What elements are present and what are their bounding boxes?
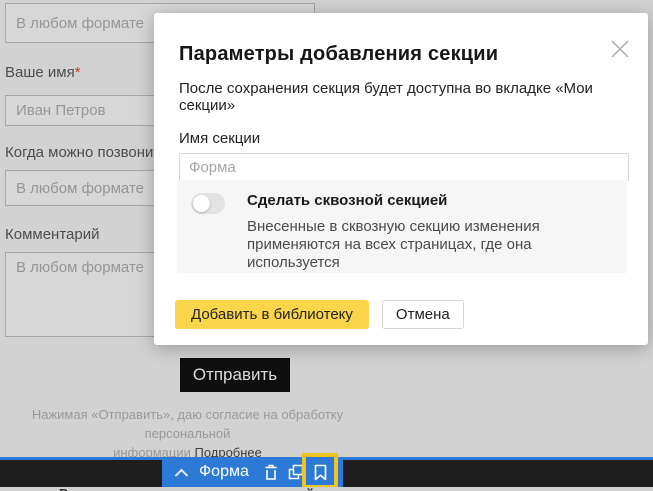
clipped-text-fragment: В — [59, 487, 68, 491]
section-name-field-label: Имя секции — [179, 130, 628, 147]
comment-label: Комментарий — [5, 226, 99, 243]
consent-disclaimer: Нажимая «Отправить», даю согласие на обр… — [0, 405, 375, 462]
add-to-library-button[interactable]: Добавить в библиотеку — [175, 300, 369, 329]
toggle-knob — [193, 195, 210, 212]
disclaimer-text: Нажимая «Отправить», даю согласие на обр… — [32, 407, 343, 441]
trash-icon[interactable] — [262, 462, 280, 482]
cancel-button[interactable]: Отмена — [382, 300, 464, 329]
screen: Ваше имя* Когда можно позвонить Коммента… — [0, 0, 653, 491]
next-section-peek: В й — [0, 487, 653, 491]
section-name-label: Форма — [199, 463, 249, 481]
duplicate-icon[interactable] — [287, 462, 305, 482]
submit-button[interactable]: Отправить — [180, 358, 290, 392]
toggle-description: Внесенные в сквозную секцию изменения пр… — [247, 218, 613, 272]
name-label: Ваше имя* — [5, 64, 81, 81]
required-mark: * — [75, 64, 81, 81]
section-name-input[interactable] — [179, 153, 629, 181]
chevron-up-icon[interactable] — [172, 462, 190, 482]
global-section-panel: Сделать сквозной секцией Внесенные в скв… — [177, 180, 627, 273]
phone-label: Когда можно позвонить — [5, 144, 168, 161]
global-section-toggle[interactable] — [191, 193, 225, 214]
bookmark-icon[interactable] — [312, 462, 330, 482]
add-section-dialog: Параметры добавления секции После сохран… — [154, 13, 648, 345]
toggle-label: Сделать сквозной секцией — [247, 192, 613, 209]
dialog-subtitle: После сохранения секция будет доступна в… — [179, 80, 628, 114]
clipped-text-fragment: й — [306, 487, 314, 491]
dialog-title: Параметры добавления секции — [179, 43, 628, 66]
close-icon[interactable] — [608, 37, 632, 61]
section-control-panel: Форма — [162, 457, 343, 487]
